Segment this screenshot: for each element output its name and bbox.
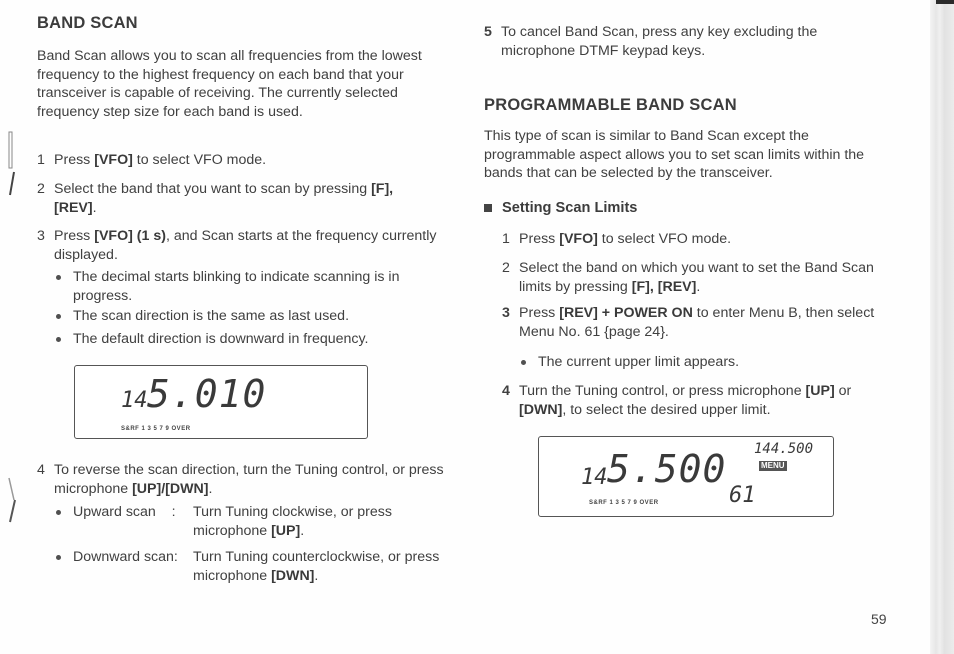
step-text: . [208,480,213,497]
step-number: 1 [37,152,45,168]
bullet-text: The scan direction is the same as last u… [73,308,350,324]
lcd-sub-frequency: 144.500 [754,441,814,457]
bullet-dot [54,268,73,305]
bullet-dot [519,353,538,372]
step-text: , to select the desired upper limit. [562,401,771,418]
bullet-dot [54,330,73,349]
step-text: Press [519,305,560,321]
step-text: To cancel Band Scan, press any key exclu… [501,24,818,59]
step-number: 5 [484,24,492,40]
limit-step-1: 1 Press [VFO] to select VFO mode. [502,230,892,249]
margin-pen-marks [8,131,16,523]
limit-step-4: 4 Turn the Tuning control, or press micr… [502,382,894,419]
step-1: 1 Press [VFO] to select VFO mode. [37,151,447,170]
step-text: . [92,199,97,216]
step-text: Turn the Tuning control, or press microp… [519,383,806,399]
step-text: . [696,278,701,295]
bullet-item: The current upper limit appears. [519,353,889,372]
key-label: [VFO] (1 s) [94,228,166,244]
step-number: 3 [502,305,510,321]
bullet-dot [54,307,73,326]
step-number: 2 [502,260,510,276]
lcd-display-band-scan: 14 5.010 S&RF 1 3 5 7 9 OVER [74,365,368,439]
step-text: to select VFO mode. [132,152,267,168]
step-text: to select VFO mode. [597,231,732,247]
step-text: or [834,383,852,399]
bullet-dot [54,548,73,585]
lcd-frequency: 5.500 [607,447,727,491]
key-label: [REV] + POWER ON [559,305,693,321]
s-meter-scale: S&RF 1 3 5 7 9 OVER [121,426,191,432]
book-gutter [930,0,954,654]
bullet-item: The scan direction is the same as last u… [54,307,439,326]
step-text: To reverse the scan direction, turn the … [54,462,444,497]
key-label: [DWN] [271,567,315,584]
lcd-freq-prefix: 14 [581,465,608,490]
limit-step-3: 3 Press [REV] + POWER ON to enter Menu B… [502,304,894,341]
lcd-frequency: 5.010 [147,372,267,416]
bullet-upward-scan: Upward scan : Turn Tuning clockwise, or … [54,503,449,540]
band-scan-intro: Band Scan allows you to scan all frequen… [37,48,422,120]
step-number: 4 [502,383,510,399]
step-4: 4 To reverse the scan direction, turn th… [37,461,447,498]
key-label: [F], [REV] [631,278,697,295]
limit-step-2: 2 Select the band on which you want to s… [502,259,894,296]
band-scan-heading: BAND SCAN [37,14,138,32]
bullet-item: The decimal starts blinking to indicate … [54,268,439,305]
key-label: [VFO] [559,231,598,247]
bullet-label: Upward scan : [73,504,176,520]
key-label: [UP] [805,383,835,399]
step-text: Select the band that you want to scan by… [54,181,372,197]
bullet-label: Downward scan: [73,549,178,565]
s-meter-scale: S&RF 1 3 5 7 9 OVER [589,500,659,506]
step-text: Press [54,152,95,168]
square-bullet-icon [484,204,492,212]
bullet-text: . [300,522,305,539]
step-text: Press [519,231,560,247]
bullet-text: The current upper limit appears. [538,354,740,370]
bullet-text: . [314,567,319,584]
step-number: 1 [502,231,510,247]
setting-scan-limits-subheading: Setting Scan Limits [484,200,637,216]
subheading-text: Setting Scan Limits [502,200,638,216]
page-number: 59 [871,611,887,627]
key-label: [UP] [271,522,301,539]
step-number: 3 [37,228,45,244]
step-2: 2 Select the band that you want to scan … [37,180,437,217]
lcd-freq-prefix: 14 [121,388,148,413]
step-text: Press [54,228,95,244]
bullet-dot [54,503,73,540]
lcd-display-menu-61: 14 5.500 144.500 MENU 61 S&RF 1 3 5 7 9 … [538,436,834,517]
bullet-item: The default direction is downward in fre… [54,330,449,349]
programmable-intro: This type of scan is similar to Band Sca… [484,128,865,181]
manual-page: BAND SCAN Band Scan allows you to scan a… [0,0,954,654]
key-label: [UP]/[DWN] [132,480,209,497]
step-number: 2 [37,181,45,197]
key-label: [VFO] [94,152,133,168]
bullet-downward-scan: Downward scan: Turn Tuning counterclockw… [54,548,449,585]
step-number: 4 [37,462,45,478]
bullet-text: The decimal starts blinking to indicate … [73,269,400,304]
step-5: 5 To cancel Band Scan, press any key exc… [484,23,884,60]
lcd-menu-indicator: MENU [759,461,787,471]
bullet-text: The default direction is downward in fre… [73,331,369,347]
gutter-edge [936,0,954,4]
programmable-band-scan-heading: PROGRAMMABLE BAND SCAN [484,96,737,114]
key-label: [DWN] [519,401,563,418]
lcd-menu-number: 61 [729,483,756,508]
step-3: 3 Press [VFO] (1 s), and Scan starts at … [37,227,447,264]
